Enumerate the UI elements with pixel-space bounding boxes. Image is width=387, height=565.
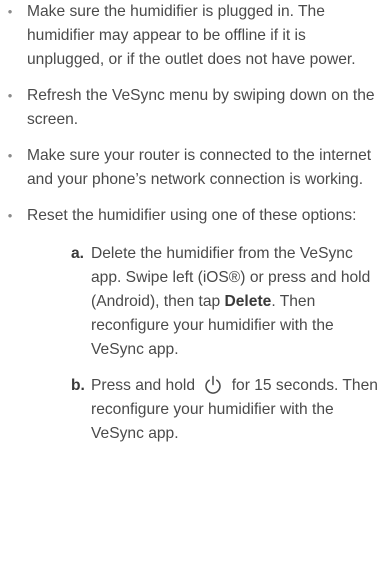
troubleshooting-list: • Make sure the humidifier is plugged in…: [0, 0, 387, 446]
bullet-marker: •: [7, 4, 13, 19]
list-item: • Make sure your router is connected to …: [0, 144, 387, 192]
bullet-marker: •: [7, 148, 13, 163]
option-marker: b.: [71, 377, 85, 394]
list-item: • Make sure the humidifier is plugged in…: [0, 0, 387, 72]
power-icon: [205, 375, 222, 394]
reset-option-b: b. Press and hold for 15 seconds. Then r…: [27, 374, 383, 446]
item-text-plugged-in: Make sure the humidifier is plugged in. …: [27, 3, 356, 68]
delete-label: Delete: [224, 293, 272, 310]
reset-option-a: a. Delete the humidifier from the VeSync…: [27, 242, 383, 362]
item-text-router: Make sure your router is connected to th…: [27, 147, 372, 188]
troubleshooting-instructions: • Make sure the humidifier is plugged in…: [0, 0, 387, 565]
item-text-reset: Reset the humidifier using one of these …: [27, 207, 357, 224]
list-item: • Reset the humidifier using one of thes…: [0, 204, 387, 446]
option-marker: a.: [71, 245, 85, 262]
reset-options-list: a. Delete the humidifier from the VeSync…: [27, 242, 383, 446]
list-item: • Refresh the VeSync menu by swiping dow…: [0, 84, 387, 132]
option-b-text-before: Press and hold: [91, 377, 196, 394]
bullet-marker: •: [7, 208, 13, 223]
bullet-marker: •: [7, 88, 13, 103]
item-text-refresh-menu: Refresh the VeSync menu by swiping down …: [27, 87, 375, 128]
